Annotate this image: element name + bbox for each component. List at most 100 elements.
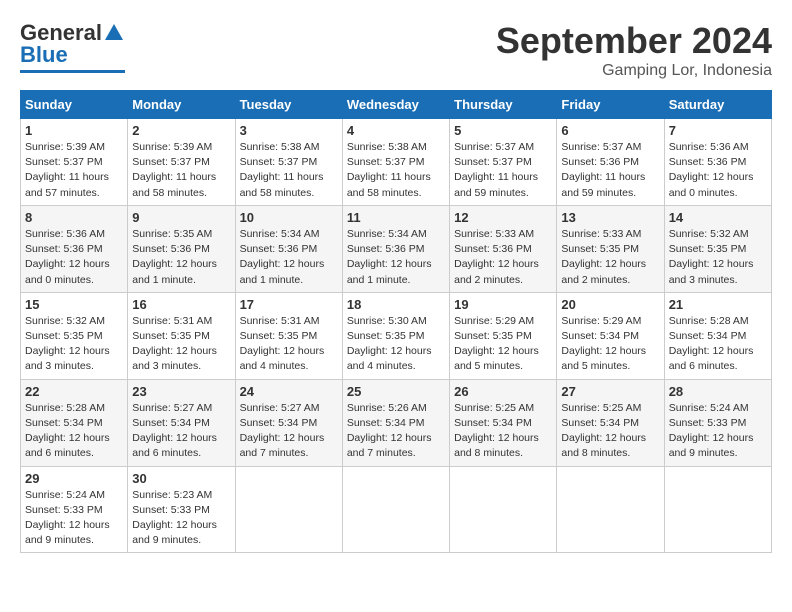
column-header-sunday: Sunday — [21, 91, 128, 119]
empty-cell — [664, 466, 771, 553]
day-number: 28 — [669, 384, 767, 399]
logo-underline — [20, 70, 125, 73]
calendar-day-2: 2 Sunrise: 5:39 AMSunset: 5:37 PMDaylight… — [128, 119, 235, 206]
day-number: 10 — [240, 210, 338, 225]
column-header-wednesday: Wednesday — [342, 91, 449, 119]
day-number: 20 — [561, 297, 659, 312]
day-info: Sunrise: 5:29 AMSunset: 5:34 PMDaylight:… — [561, 314, 659, 375]
calendar-day-4: 4 Sunrise: 5:38 AMSunset: 5:37 PMDaylight… — [342, 119, 449, 206]
day-number: 30 — [132, 471, 230, 486]
day-number: 21 — [669, 297, 767, 312]
empty-cell — [235, 466, 342, 553]
day-info: Sunrise: 5:32 AMSunset: 5:35 PMDaylight:… — [669, 227, 767, 288]
calendar-day-25: 25 Sunrise: 5:26 AMSunset: 5:34 PMDayligh… — [342, 379, 449, 466]
day-info: Sunrise: 5:23 AMSunset: 5:33 PMDaylight:… — [132, 488, 230, 549]
day-number: 25 — [347, 384, 445, 399]
day-info: Sunrise: 5:31 AMSunset: 5:35 PMDaylight:… — [132, 314, 230, 375]
calendar-day-21: 21 Sunrise: 5:28 AMSunset: 5:34 PMDayligh… — [664, 292, 771, 379]
day-info: Sunrise: 5:24 AMSunset: 5:33 PMDaylight:… — [25, 488, 123, 549]
column-header-tuesday: Tuesday — [235, 91, 342, 119]
calendar-day-23: 23Sunrise: 5:27 AMSunset: 5:34 PMDayligh… — [128, 379, 235, 466]
calendar-day-24: 24Sunrise: 5:27 AMSunset: 5:34 PMDayligh… — [235, 379, 342, 466]
calendar-day-8: 8 Sunrise: 5:36 AMSunset: 5:36 PMDaylight… — [21, 205, 128, 292]
day-info: Sunrise: 5:25 AMSunset: 5:34 PMDaylight:… — [561, 401, 659, 462]
calendar-day-17: 17 Sunrise: 5:31 AMSunset: 5:35 PMDayligh… — [235, 292, 342, 379]
day-info: Sunrise: 5:28 AMSunset: 5:34 PMDaylight:… — [669, 314, 767, 375]
day-info: Sunrise: 5:35 AMSunset: 5:36 PMDaylight:… — [132, 227, 230, 288]
day-number: 4 — [347, 123, 445, 138]
logo: General Blue — [20, 20, 125, 73]
day-number: 29 — [25, 471, 123, 486]
calendar-day-27: 27 Sunrise: 5:25 AMSunset: 5:34 PMDayligh… — [557, 379, 664, 466]
day-info: Sunrise: 5:38 AMSunset: 5:37 PMDaylight:… — [347, 140, 445, 201]
day-number: 11 — [347, 210, 445, 225]
day-number: 7 — [669, 123, 767, 138]
day-number: 18 — [347, 297, 445, 312]
calendar-week-5: 29 Sunrise: 5:24 AMSunset: 5:33 PMDayligh… — [21, 466, 772, 553]
logo-icon — [103, 22, 125, 44]
calendar-day-10: 10 Sunrise: 5:34 AMSunset: 5:36 PMDayligh… — [235, 205, 342, 292]
column-header-thursday: Thursday — [450, 91, 557, 119]
day-info: Sunrise: 5:29 AMSunset: 5:35 PMDaylight:… — [454, 314, 552, 375]
calendar-day-22: 22 Sunrise: 5:28 AMSunset: 5:34 PMDayligh… — [21, 379, 128, 466]
calendar-day-13: 13Sunrise: 5:33 AMSunset: 5:35 PMDayligh… — [557, 205, 664, 292]
day-number: 15 — [25, 297, 123, 312]
day-number: 16 — [132, 297, 230, 312]
day-number: 27 — [561, 384, 659, 399]
calendar-week-1: 1Sunrise: 5:39 AMSunset: 5:37 PMDaylight… — [21, 119, 772, 206]
day-info: Sunrise: 5:37 AMSunset: 5:37 PMDaylight:… — [454, 140, 552, 201]
day-info: Sunrise: 5:34 AMSunset: 5:36 PMDaylight:… — [240, 227, 338, 288]
day-info: Sunrise: 5:34 AMSunset: 5:36 PMDaylight:… — [347, 227, 445, 288]
calendar-day-7: 7Sunrise: 5:36 AMSunset: 5:36 PMDaylight… — [664, 119, 771, 206]
day-number: 23 — [132, 384, 230, 399]
day-info: Sunrise: 5:33 AMSunset: 5:36 PMDaylight:… — [454, 227, 552, 288]
calendar-day-6: 6Sunrise: 5:37 AMSunset: 5:36 PMDaylight… — [557, 119, 664, 206]
column-header-monday: Monday — [128, 91, 235, 119]
calendar-day-30: 30 Sunrise: 5:23 AMSunset: 5:33 PMDayligh… — [128, 466, 235, 553]
calendar-day-14: 14 Sunrise: 5:32 AMSunset: 5:35 PMDayligh… — [664, 205, 771, 292]
calendar-week-3: 15 Sunrise: 5:32 AMSunset: 5:35 PMDayligh… — [21, 292, 772, 379]
day-number: 2 — [132, 123, 230, 138]
calendar-day-11: 11 Sunrise: 5:34 AMSunset: 5:36 PMDayligh… — [342, 205, 449, 292]
day-info: Sunrise: 5:25 AMSunset: 5:34 PMDaylight:… — [454, 401, 552, 462]
calendar-day-28: 28 Sunrise: 5:24 AMSunset: 5:33 PMDayligh… — [664, 379, 771, 466]
calendar-day-19: 19 Sunrise: 5:29 AMSunset: 5:35 PMDayligh… — [450, 292, 557, 379]
calendar-day-15: 15 Sunrise: 5:32 AMSunset: 5:35 PMDayligh… — [21, 292, 128, 379]
day-number: 8 — [25, 210, 123, 225]
empty-cell — [557, 466, 664, 553]
day-info: Sunrise: 5:36 AMSunset: 5:36 PMDaylight:… — [25, 227, 123, 288]
calendar-day-3: 3Sunrise: 5:38 AMSunset: 5:37 PMDaylight… — [235, 119, 342, 206]
day-info: Sunrise: 5:27 AMSunset: 5:34 PMDaylight:… — [240, 401, 338, 462]
day-number: 5 — [454, 123, 552, 138]
day-info: Sunrise: 5:33 AMSunset: 5:35 PMDaylight:… — [561, 227, 659, 288]
day-number: 3 — [240, 123, 338, 138]
calendar-day-18: 18 Sunrise: 5:30 AMSunset: 5:35 PMDayligh… — [342, 292, 449, 379]
calendar-day-5: 5 Sunrise: 5:37 AMSunset: 5:37 PMDaylight… — [450, 119, 557, 206]
empty-cell — [342, 466, 449, 553]
day-info: Sunrise: 5:26 AMSunset: 5:34 PMDaylight:… — [347, 401, 445, 462]
day-number: 6 — [561, 123, 659, 138]
day-info: Sunrise: 5:28 AMSunset: 5:34 PMDaylight:… — [25, 401, 123, 462]
day-number: 17 — [240, 297, 338, 312]
day-number: 19 — [454, 297, 552, 312]
day-number: 14 — [669, 210, 767, 225]
calendar-week-4: 22 Sunrise: 5:28 AMSunset: 5:34 PMDayligh… — [21, 379, 772, 466]
day-info: Sunrise: 5:31 AMSunset: 5:35 PMDaylight:… — [240, 314, 338, 375]
day-number: 9 — [132, 210, 230, 225]
calendar-header-row: SundayMondayTuesdayWednesdayThursdayFrid… — [21, 91, 772, 119]
column-header-saturday: Saturday — [664, 91, 771, 119]
day-info: Sunrise: 5:39 AMSunset: 5:37 PMDaylight:… — [132, 140, 230, 201]
day-info: Sunrise: 5:30 AMSunset: 5:35 PMDaylight:… — [347, 314, 445, 375]
day-info: Sunrise: 5:32 AMSunset: 5:35 PMDaylight:… — [25, 314, 123, 375]
column-header-friday: Friday — [557, 91, 664, 119]
day-info: Sunrise: 5:24 AMSunset: 5:33 PMDaylight:… — [669, 401, 767, 462]
day-number: 12 — [454, 210, 552, 225]
calendar-table: SundayMondayTuesdayWednesdayThursdayFrid… — [20, 90, 772, 553]
calendar-day-9: 9 Sunrise: 5:35 AMSunset: 5:36 PMDaylight… — [128, 205, 235, 292]
logo-text-blue: Blue — [20, 42, 68, 68]
calendar-title: September 2024 — [496, 20, 772, 62]
day-info: Sunrise: 5:39 AMSunset: 5:37 PMDaylight:… — [25, 140, 123, 201]
calendar-day-12: 12 Sunrise: 5:33 AMSunset: 5:36 PMDayligh… — [450, 205, 557, 292]
day-number: 22 — [25, 384, 123, 399]
title-block: September 2024 Gamping Lor, Indonesia — [496, 20, 772, 80]
